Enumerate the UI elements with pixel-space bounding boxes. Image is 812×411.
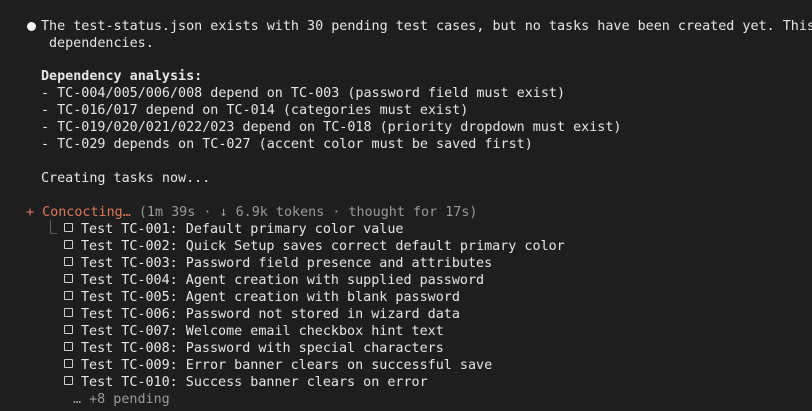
dependency-item: - TC-016/017 depend on TC-014 (categorie… bbox=[41, 103, 469, 118]
task-label: Test TC-006: Password not stored in wiza… bbox=[81, 307, 460, 322]
task-item: Test TC-001: Default primary color value bbox=[64, 221, 403, 238]
task-label: Test TC-005: Agent creation with blank p… bbox=[81, 290, 460, 305]
message-line-1: The test-status.json exists with 30 pend… bbox=[41, 19, 812, 34]
checkbox-icon bbox=[64, 342, 73, 351]
status-meta: (1m 39s · ↓ 6.9k tokens · thought for 17… bbox=[130, 205, 478, 220]
task-label: Test TC-008: Password with special chara… bbox=[81, 341, 444, 356]
creating-tasks-text: Creating tasks now... bbox=[41, 171, 211, 186]
more-pending-text: … +8 pending bbox=[73, 392, 170, 407]
dependency-item: - TC-004/005/006/008 depend on TC-003 (p… bbox=[41, 86, 566, 101]
task-item: Test TC-010: Success banner clears on er… bbox=[64, 374, 428, 391]
dependency-item: - TC-019/020/021/022/023 depend on TC-01… bbox=[41, 120, 622, 135]
checkbox-icon bbox=[64, 274, 73, 283]
task-label: Test TC-009: Error banner clears on succ… bbox=[81, 358, 493, 373]
dependency-heading: Dependency analysis: bbox=[41, 69, 203, 84]
task-item: Test TC-008: Password with special chara… bbox=[64, 340, 444, 357]
checkbox-icon bbox=[64, 376, 73, 385]
task-item: Test TC-006: Password not stored in wiza… bbox=[64, 306, 460, 323]
task-item: Test TC-002: Quick Setup saves correct d… bbox=[64, 238, 565, 255]
status-line: + Concocting… (1m 39s · ↓ 6.9k tokens · … bbox=[26, 204, 477, 221]
checkbox-icon bbox=[64, 223, 73, 232]
task-item: Test TC-007: Welcome email checkbox hint… bbox=[64, 323, 444, 340]
checkbox-icon bbox=[64, 308, 73, 317]
checkbox-icon bbox=[64, 257, 73, 266]
terminal-window: The test-status.json exists with 30 pend… bbox=[0, 0, 812, 411]
checkbox-icon bbox=[64, 291, 73, 300]
dependency-item: - TC-029 depends on TC-027 (accent color… bbox=[41, 137, 533, 152]
checkbox-icon bbox=[64, 240, 73, 249]
task-item: Test TC-005: Agent creation with blank p… bbox=[64, 289, 460, 306]
task-label: Test TC-010: Success banner clears on er… bbox=[81, 375, 428, 390]
status-verb: Concocting… bbox=[42, 205, 131, 220]
task-label: Test TC-001: Default primary color value bbox=[81, 222, 404, 237]
task-label: Test TC-002: Quick Setup saves correct d… bbox=[81, 239, 565, 254]
message-line-2: dependencies. bbox=[49, 36, 154, 51]
task-item: Test TC-004: Agent creation with supplie… bbox=[64, 272, 484, 289]
task-label: Test TC-007: Welcome email checkbox hint… bbox=[81, 324, 444, 339]
checkbox-icon bbox=[64, 325, 73, 334]
status-symbol: + bbox=[26, 205, 35, 220]
task-label: Test TC-003: Password field presence and… bbox=[81, 256, 493, 271]
message-bullet-icon bbox=[27, 22, 36, 31]
task-label: Test TC-004: Agent creation with supplie… bbox=[81, 273, 485, 288]
task-item: Test TC-009: Error banner clears on succ… bbox=[64, 357, 492, 374]
tree-connector-icon: ⎿ bbox=[44, 221, 58, 236]
task-item: Test TC-003: Password field presence and… bbox=[64, 255, 492, 272]
checkbox-icon bbox=[64, 359, 73, 368]
